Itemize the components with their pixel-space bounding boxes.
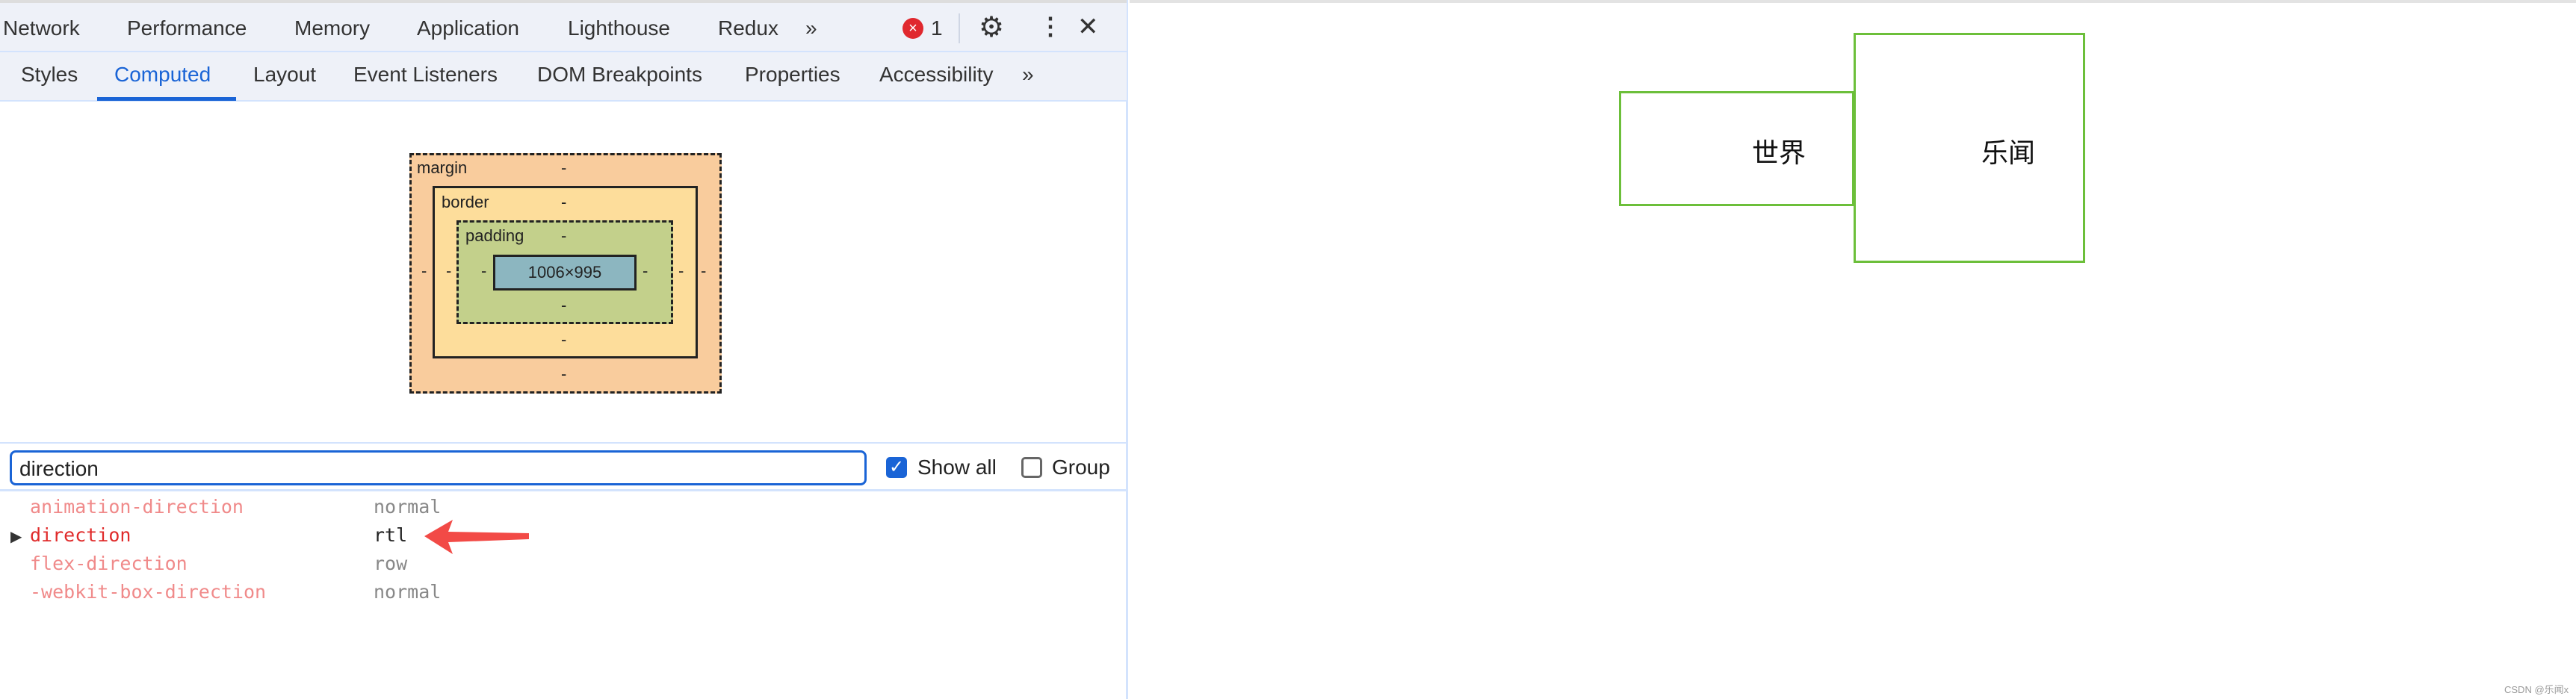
property-name[interactable]: animation-direction (30, 496, 244, 518)
content-box: 1006×995 (493, 255, 637, 291)
tab-accessibility[interactable]: Accessibility (879, 63, 993, 87)
box-world (1619, 91, 1854, 206)
tab-memory[interactable]: Memory (294, 16, 370, 40)
tab-dom-breakpoints[interactable]: DOM Breakpoints (537, 63, 702, 87)
gear-icon[interactable]: ⚙ (979, 10, 1004, 44)
padding-right: - (643, 261, 648, 280)
show-all-label[interactable]: Show all (917, 456, 997, 479)
box-lewen-text: 乐闻 (1981, 137, 2036, 168)
filter-input[interactable]: direction (10, 450, 867, 485)
property-value: row (374, 553, 408, 574)
expand-triangle-icon[interactable]: ▶ (10, 527, 22, 546)
chevron-double-right-icon[interactable]: » (1022, 63, 1034, 87)
margin-bottom: - (561, 364, 567, 383)
property-name[interactable]: -webkit-box-direction (30, 581, 266, 603)
page-top-border (1130, 0, 2576, 3)
group-checkbox[interactable] (1021, 457, 1042, 478)
tab-redux[interactable]: Redux (718, 16, 778, 40)
watermark: CSDN @乐闻x (2504, 684, 2569, 695)
active-tab-indicator (97, 97, 236, 101)
tab-layout[interactable]: Layout (253, 63, 316, 87)
red-arrow-annotation (424, 520, 529, 554)
padding-bottom: - (561, 296, 567, 314)
property-value: normal (374, 581, 442, 603)
devtools-panel: Network Performance Memory Application L… (0, 0, 1128, 699)
tab-application[interactable]: Application (417, 16, 519, 40)
margin-left: - (421, 261, 427, 280)
more-vertical-icon[interactable]: ⋮ (1038, 12, 1062, 40)
border-left: - (446, 261, 452, 280)
property-name[interactable]: direction (30, 524, 131, 546)
tab-styles[interactable]: Styles (21, 63, 78, 87)
box-world-text: 世界 (1752, 137, 1806, 168)
property-name[interactable]: flex-direction (30, 553, 188, 574)
group-label[interactable]: Group (1052, 456, 1110, 479)
border-label: border (442, 193, 489, 211)
border-right: - (678, 261, 684, 280)
tab-properties[interactable]: Properties (745, 63, 840, 87)
property-value: normal (374, 496, 442, 518)
close-icon[interactable]: ✕ (1077, 12, 1099, 42)
padding-label: padding (465, 226, 524, 245)
property-value: rtl (374, 524, 408, 546)
margin-right: - (701, 261, 707, 280)
error-icon[interactable]: × (902, 18, 923, 39)
main-tab-bar: Network Performance Memory Application L… (0, 0, 1127, 52)
tab-lighthouse[interactable]: Lighthouse (568, 16, 670, 40)
tab-network[interactable]: Network (3, 16, 80, 40)
padding-left: - (481, 261, 487, 280)
sub-tab-bar: Styles Computed Layout Event Listeners D… (0, 52, 1127, 102)
tab-event-listeners[interactable]: Event Listeners (353, 63, 498, 87)
error-count[interactable]: 1 (931, 16, 943, 40)
show-all-checkbox[interactable]: ✓ (886, 457, 907, 478)
border-top: - (561, 193, 567, 211)
tab-computed[interactable]: Computed (114, 63, 211, 87)
chevron-double-right-icon[interactable]: » (805, 16, 817, 40)
divider (959, 13, 960, 43)
margin-label: margin (417, 158, 468, 177)
padding-top: - (561, 226, 567, 245)
border-bottom: - (561, 330, 567, 349)
margin-top: - (561, 158, 567, 177)
box-lewen (1854, 33, 2085, 263)
tab-performance[interactable]: Performance (127, 16, 247, 40)
